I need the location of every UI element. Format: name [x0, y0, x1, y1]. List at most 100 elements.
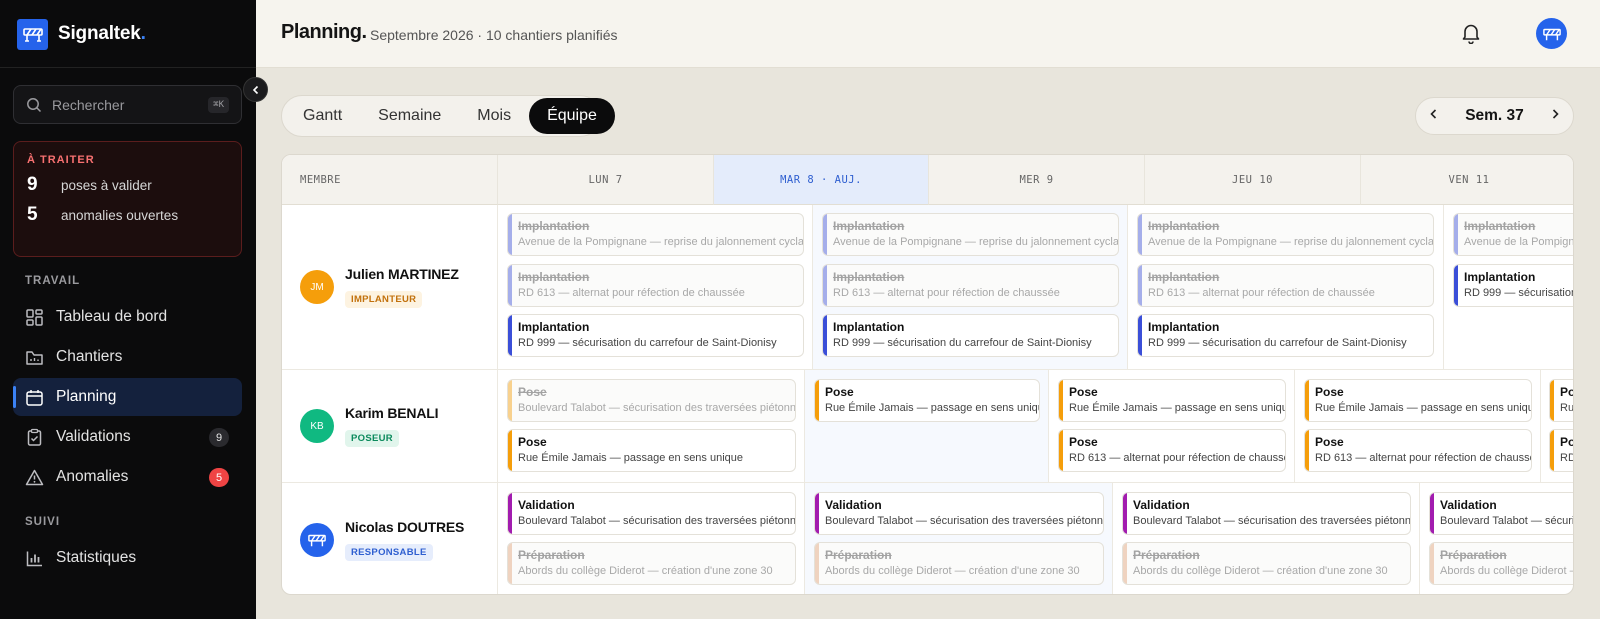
week-label: Sem. 37	[1465, 107, 1524, 124]
task-card[interactable]: Implantation RD 999 — sécurisation du car…	[822, 314, 1119, 357]
sidebar-item-label: Planning	[56, 388, 117, 405]
member-name: Karim BENALI	[345, 405, 439, 421]
task-card[interactable]: Implantation RD 999 — sécurisation du car…	[507, 314, 804, 357]
todo-item-anomalies[interactable]: 5 anomalies ouvertes	[27, 204, 228, 226]
task-desc: Rue Émile Jamais — passage en sens uniqu…	[518, 452, 744, 464]
task-card[interactable]: Implantation RD 613 — alternat pour réfec…	[1137, 264, 1434, 307]
task-card[interactable]: Pose Rue Émile Jamais — passage en sens u…	[507, 429, 796, 472]
member-cell[interactable]: JM Julien MARTINEZ IMPLANTEUR	[282, 205, 498, 369]
task-card[interactable]: Implantation Avenue de la Pompignan	[1453, 213, 1574, 256]
search-placeholder: Rechercher	[52, 96, 125, 113]
week-navigator: Sem. 37	[1415, 97, 1574, 135]
member-cell[interactable]: KB Karim BENALI POSEUR	[282, 370, 498, 482]
task-card[interactable]: Po Ru	[1549, 379, 1574, 422]
task-card[interactable]: Implantation Avenue de la Pompignane — re…	[507, 213, 804, 256]
task-card[interactable]: Préparation Abords du collège Diderot — c…	[507, 542, 796, 585]
task-card[interactable]: Po RD	[1549, 429, 1574, 472]
task-desc: RD 613 — alternat pour réfection de chau…	[1315, 452, 1532, 464]
member-cell[interactable]: Nicolas DOUTRES RESPONSABLE	[282, 483, 498, 594]
task-title: Implantation	[518, 270, 590, 284]
column-header-member: MEMBRE	[282, 155, 498, 205]
todo-count: 9	[27, 174, 38, 195]
task-card[interactable]: Pose RD 613 — alternat pour réfection de …	[1058, 429, 1286, 472]
task-title: Préparation	[825, 548, 892, 562]
member-name: Nicolas DOUTRES	[345, 518, 465, 535]
task-card[interactable]: Implantation RD 999 — sécurisation d	[1453, 264, 1573, 307]
task-card[interactable]: Validation Boulevard Talabot — sécurisati…	[814, 492, 1104, 535]
task-card[interactable]: Validation Boulevard Talabot — sécurisa	[1429, 492, 1574, 535]
task-desc: Avenue de la Pompignan	[1464, 236, 1574, 248]
tab-gantt[interactable]: Gantt	[285, 98, 360, 134]
sidebar-item-chantiers[interactable]: Chantiers	[13, 338, 242, 376]
task-title: Implantation	[518, 320, 590, 334]
folder-icon	[26, 350, 43, 365]
task-card[interactable]: Implantation Avenue de la Pompignane — re…	[1137, 213, 1434, 256]
task-title: Validation	[1133, 498, 1190, 512]
task-title: Po	[1560, 435, 1574, 449]
tab-equipe[interactable]: Équipe	[529, 98, 615, 134]
task-card[interactable]: Préparation Abords du collège Diderot — c…	[1122, 542, 1411, 585]
team-planning-board: MEMBRE LUN 7 MAR 8 · AUJ. MER 9 JEU 10 V…	[281, 154, 1574, 595]
notifications-button[interactable]	[1461, 22, 1481, 49]
task-title: Implantation	[1148, 219, 1220, 233]
nav-section-suivi: SUIVI	[25, 516, 61, 528]
prev-week-button[interactable]	[1428, 107, 1440, 125]
collapse-sidebar-button[interactable]	[243, 77, 268, 102]
task-card[interactable]: Implantation RD 999 — sécurisation du car…	[1137, 314, 1434, 357]
task-desc: Ru	[1560, 402, 1574, 414]
next-week-button[interactable]	[1549, 107, 1561, 125]
task-card[interactable]: Implantation Avenue de la Pompignane — re…	[822, 213, 1119, 256]
task-card[interactable]: Pose RD 613 — alternat pour réfection de …	[1304, 429, 1532, 472]
user-avatar[interactable]	[1536, 18, 1567, 49]
task-desc: RD 613 — alternat pour réfection de chau…	[1069, 452, 1286, 464]
search-input[interactable]: Rechercher ⌘K	[13, 85, 242, 124]
task-card[interactable]: Pose Boulevard Talabot — sécurisation des…	[507, 379, 796, 422]
task-title: Implantation	[833, 320, 905, 334]
task-card[interactable]: Pose Rue Émile Jamais — passage en sens u…	[814, 379, 1040, 422]
tab-mois[interactable]: Mois	[459, 98, 529, 134]
task-desc: Abords du collège Diderot — création d'u…	[1133, 565, 1388, 577]
member-row-julien: JM Julien MARTINEZ IMPLANTEUR Implantati…	[282, 205, 1574, 370]
task-card[interactable]: Implantation RD 613 — alternat pour réfec…	[822, 264, 1119, 307]
sidebar-item-label: Anomalies	[56, 468, 129, 485]
sidebar-item-anomalies[interactable]: Anomalies 5	[13, 458, 242, 496]
todo-label: poses à valider	[61, 177, 152, 193]
task-title: Préparation	[1133, 548, 1200, 562]
task-desc: Avenue de la Pompignane — reprise du jal…	[1148, 236, 1434, 248]
sidebar-item-planning[interactable]: Planning	[13, 378, 242, 416]
task-desc: Boulevard Talabot — sécurisa	[1440, 515, 1574, 527]
barrier-icon	[1542, 28, 1561, 40]
todo-label: anomalies ouvertes	[61, 207, 179, 223]
page-title: Planning.	[281, 21, 367, 43]
task-card[interactable]: Pose Rue Émile Jamais — passage en sens u…	[1058, 379, 1286, 422]
avatar: JM	[300, 270, 334, 304]
tab-semaine[interactable]: Semaine	[360, 98, 459, 134]
search-icon	[27, 97, 42, 112]
active-indicator	[13, 386, 16, 408]
sidebar-item-tableau-de-bord[interactable]: Tableau de bord	[13, 298, 242, 336]
task-card[interactable]: Implantation RD 613 — alternat pour réfec…	[507, 264, 804, 307]
task-title: Implantation	[833, 219, 905, 233]
sidebar-item-label: Statistiques	[56, 549, 137, 566]
task-title: Implantation	[833, 270, 905, 284]
clipboard-check-icon	[27, 428, 42, 446]
task-title: Implantation	[518, 219, 590, 233]
task-card[interactable]: Préparation Abords du collège Diderot — c…	[814, 542, 1104, 585]
sidebar-item-validations[interactable]: Validations 9	[13, 418, 242, 456]
task-desc: RD 999 — sécurisation du carrefour de Sa…	[1148, 337, 1407, 349]
task-desc: RD	[1560, 452, 1573, 464]
sidebar-item-statistiques[interactable]: Statistiques	[13, 539, 242, 577]
sidebar-item-label: Validations	[56, 428, 131, 445]
member-name: Julien MARTINEZ	[345, 266, 459, 282]
task-desc: Rue Émile Jamais — passage en sens uniqu…	[1069, 402, 1286, 414]
task-card[interactable]: Validation Boulevard Talabot — sécurisati…	[507, 492, 796, 535]
sidebar-item-label: Chantiers	[56, 348, 123, 365]
task-title: Implantation	[1464, 219, 1536, 233]
task-card[interactable]: Préparation Abords du collège Diderot —	[1429, 542, 1573, 585]
todo-item-poses[interactable]: 9 poses à valider	[27, 174, 228, 196]
task-card[interactable]: Validation Boulevard Talabot — sécurisati…	[1122, 492, 1411, 535]
task-title: Pose	[1069, 385, 1098, 399]
brand[interactable]: Signaltek.	[17, 18, 146, 50]
task-card[interactable]: Pose Rue Émile Jamais — passage en sens u…	[1304, 379, 1532, 422]
barrier-icon	[308, 534, 326, 546]
